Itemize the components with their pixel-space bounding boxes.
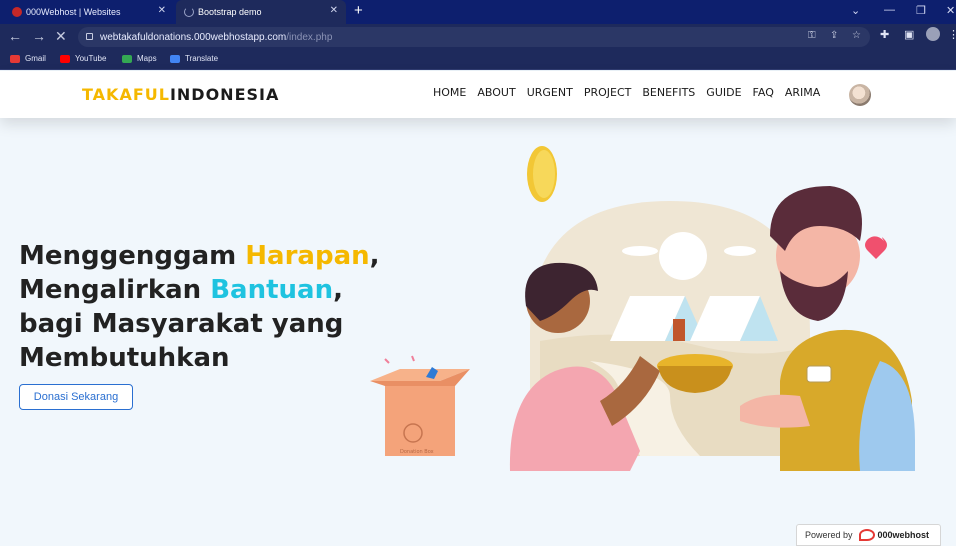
star-bookmark-icon[interactable]: ☆ bbox=[852, 30, 861, 41]
bookmark-maps[interactable]: Maps bbox=[122, 54, 157, 63]
youtube-icon bbox=[60, 54, 70, 63]
site-navbar: TAKAFULINDONESIA HOME ABOUT URGENT PROJE… bbox=[0, 71, 956, 118]
close-window-icon[interactable]: ✕ bbox=[946, 4, 955, 17]
donate-now-button[interactable]: Donasi Sekarang bbox=[19, 384, 133, 410]
user-avatar[interactable] bbox=[849, 84, 871, 106]
sun-shape bbox=[659, 232, 707, 280]
share-icon[interactable]: ⇪ bbox=[830, 30, 838, 41]
tab-000webhost[interactable]: 000Webhost | Websites ✕ bbox=[4, 0, 174, 24]
address-bar-row: ← → ✕ webtakafuldonations.000webhostapp.… bbox=[0, 24, 956, 50]
profile-avatar-icon[interactable] bbox=[926, 27, 940, 41]
bookmark-youtube[interactable]: YouTube bbox=[60, 54, 106, 63]
close-tab-icon[interactable]: ✕ bbox=[330, 5, 338, 16]
nav-guide[interactable]: GUIDE bbox=[706, 86, 741, 99]
powered-by-badge[interactable]: Powered by 000webhost bbox=[796, 524, 941, 546]
new-tab-icon[interactable]: + bbox=[354, 2, 363, 19]
nav-home[interactable]: HOME bbox=[433, 86, 466, 99]
svg-text:Donation Box: Donation Box bbox=[400, 449, 434, 455]
key-icon[interactable]: ⚿ bbox=[808, 30, 816, 41]
page-viewport: TAKAFULINDONESIA HOME ABOUT URGENT PROJE… bbox=[0, 71, 956, 546]
lock-icon bbox=[86, 33, 93, 40]
nav-arima[interactable]: ARIMA bbox=[785, 86, 820, 99]
bookmarks-bar: Gmail YouTube Maps Translate bbox=[0, 50, 956, 70]
translate-icon bbox=[170, 54, 180, 63]
browser-tab-bar: 000Webhost | Websites ✕ Bootstrap demo ✕… bbox=[0, 0, 956, 24]
webhost-logo-icon bbox=[858, 529, 875, 541]
bookmark-translate[interactable]: Translate bbox=[170, 54, 218, 63]
url-host: webtakafuldonations.000webhostapp.com bbox=[100, 31, 287, 43]
address-bar[interactable]: webtakafuldonations.000webhostapp.com /i… bbox=[78, 27, 870, 47]
nav-faq[interactable]: FAQ bbox=[753, 86, 774, 99]
bookmark-gmail[interactable]: Gmail bbox=[10, 54, 46, 63]
tab-search-icon[interactable]: ⌄ bbox=[851, 4, 860, 17]
close-tab-icon[interactable]: ✕ bbox=[158, 5, 166, 16]
tab-title: 000Webhost | Websites bbox=[26, 7, 121, 17]
menu-kebab-icon[interactable]: ⋮ bbox=[948, 28, 956, 41]
nav-benefits[interactable]: BENEFITS bbox=[642, 86, 695, 99]
extensions-icon[interactable]: ✚ bbox=[880, 28, 889, 41]
nav-urgent[interactable]: URGENT bbox=[527, 86, 573, 99]
hero-illustration: Donation Box bbox=[370, 146, 915, 471]
sidebar-icon[interactable]: ▣ bbox=[904, 28, 914, 41]
loading-spinner-icon bbox=[184, 7, 194, 17]
site-logo[interactable]: TAKAFULINDONESIA bbox=[82, 85, 279, 104]
hero-headline: Menggenggam Harapan, Mengalirkan Bantuan… bbox=[19, 241, 380, 373]
back-icon[interactable]: ← bbox=[8, 28, 22, 44]
tab-title: Bootstrap demo bbox=[198, 7, 262, 17]
nav-about[interactable]: ABOUT bbox=[477, 86, 515, 99]
webhost-favicon-icon bbox=[12, 7, 22, 17]
nav-project[interactable]: PROJECT bbox=[584, 86, 632, 99]
donation-box-illustration: Donation Box bbox=[370, 355, 470, 456]
tab-bootstrap-demo[interactable]: Bootstrap demo ✕ bbox=[176, 0, 346, 24]
nav-menu: HOME ABOUT URGENT PROJECT BENEFITS GUIDE… bbox=[433, 86, 820, 99]
stop-loading-icon[interactable]: ✕ bbox=[55, 28, 67, 45]
heart-icon bbox=[865, 236, 887, 259]
forward-icon[interactable]: → bbox=[32, 28, 46, 44]
maximize-icon[interactable]: ❐ bbox=[916, 4, 926, 17]
maps-icon bbox=[122, 54, 132, 63]
minimize-icon[interactable]: — bbox=[884, 4, 895, 16]
gmail-icon bbox=[10, 54, 20, 63]
url-path: /index.php bbox=[286, 31, 333, 43]
